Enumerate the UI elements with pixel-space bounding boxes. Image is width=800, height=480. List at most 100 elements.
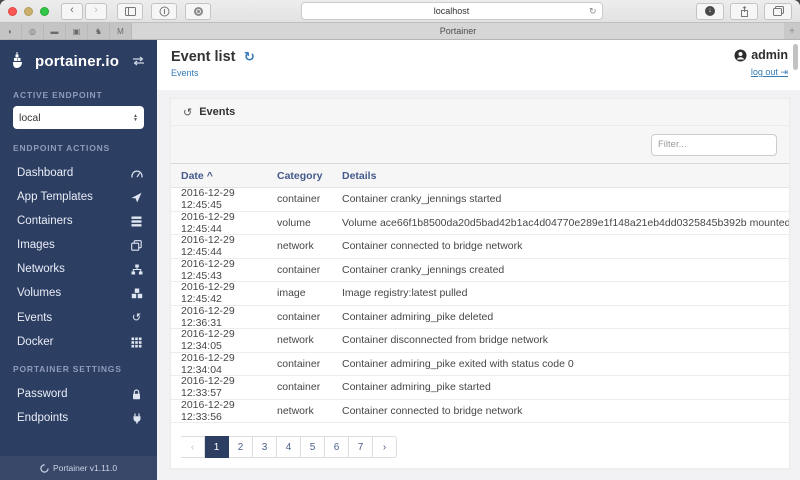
table-row: 2016-12-29 12:33:57 container Container …	[171, 376, 789, 400]
sidebar-item-networks[interactable]: Networks	[0, 257, 157, 281]
refresh-icon[interactable]: ↻	[244, 49, 255, 64]
page-button[interactable]: ›	[373, 436, 397, 458]
username: admin	[751, 48, 788, 62]
content-area: ↺ Events Date^ Category Details 2	[157, 90, 800, 480]
logout-link[interactable]: log out ⇥	[751, 67, 788, 78]
sidebar-item-label: Dashboard	[17, 167, 130, 179]
user-menu[interactable]: admin	[734, 48, 788, 62]
event-details: Container admiring_pike started	[342, 381, 789, 393]
page-button[interactable]: 6	[325, 436, 349, 458]
sidebar-item-images[interactable]: Images	[0, 233, 157, 257]
cubes-icon	[130, 288, 143, 299]
event-details: Container cranky_jennings created	[342, 264, 789, 276]
tab-bar: ◐ ◎ ▬ ▣ ♞ M Portainer +	[0, 23, 800, 40]
event-category: container	[277, 311, 342, 323]
logo-text: portainer.io	[35, 53, 132, 70]
close-window-button[interactable]	[8, 7, 17, 16]
table-row: 2016-12-29 12:45:44 volume Volume ace66f…	[171, 212, 789, 236]
pagination: ‹1234567›	[181, 436, 397, 458]
sidebar-logo[interactable]: portainer.io	[0, 40, 157, 80]
version-text: Portainer v1.11.0	[53, 463, 117, 473]
endpoint-select-value: local	[19, 112, 133, 124]
table-row: 2016-12-29 12:45:42 image Image registry…	[171, 282, 789, 306]
filter-input[interactable]	[651, 134, 777, 156]
user-icon	[734, 49, 747, 62]
sidebar-item-app-templates[interactable]: App Templates	[0, 185, 157, 209]
new-tab-button[interactable]: +	[784, 23, 800, 39]
column-header-date[interactable]: Date^	[171, 170, 277, 182]
minimize-window-button[interactable]	[24, 7, 33, 16]
page-title: Event list	[171, 49, 235, 65]
sidebar-settings-menu: Password Endpoints	[0, 382, 157, 430]
history-icon: ↺	[130, 311, 143, 324]
pinned-tab-favicon[interactable]: ♞	[88, 23, 110, 39]
endpoint-select[interactable]: local ▲▼	[13, 106, 144, 129]
sidebar-item-label: Networks	[17, 263, 130, 275]
dashboard-icon	[130, 168, 143, 179]
page-button[interactable]: 7	[349, 436, 373, 458]
sign-out-icon: ⇥	[780, 67, 788, 77]
sidebar-item-containers[interactable]: Containers	[0, 209, 157, 233]
page-button[interactable]: 1	[205, 436, 229, 458]
event-category: image	[277, 287, 342, 299]
sidebar-item-events[interactable]: Events ↺	[0, 305, 157, 330]
zoom-window-button[interactable]	[40, 7, 49, 16]
forward-button[interactable]: ›	[85, 3, 107, 20]
breadcrumb[interactable]: Events	[171, 68, 255, 78]
portainer-settings-label: PORTAINER SETTINGS	[0, 354, 157, 378]
column-header-details[interactable]: Details	[342, 170, 789, 182]
table-row: 2016-12-29 12:45:44 network Container co…	[171, 235, 789, 259]
event-date: 2016-12-29 12:45:43	[171, 258, 277, 282]
event-date: 2016-12-29 12:45:44	[171, 234, 277, 258]
sidebar-item-docker[interactable]: Docker	[0, 330, 157, 354]
pinned-tab-favicon[interactable]: ▬	[44, 23, 66, 39]
sidebar-item-dashboard[interactable]: Dashboard	[0, 161, 157, 185]
extension-icon[interactable]	[185, 3, 211, 20]
share-button[interactable]	[730, 3, 758, 20]
tab-title: Portainer	[440, 26, 477, 36]
pinned-tab-favicon[interactable]: ▣	[66, 23, 88, 39]
filter-row	[171, 126, 789, 163]
show-tabs-button[interactable]	[764, 3, 792, 20]
sidebar-item-label: Events	[17, 312, 130, 324]
page-button[interactable]: 2	[229, 436, 253, 458]
address-bar[interactable]: localhost ↻	[301, 2, 603, 20]
sidebar-item-volumes[interactable]: Volumes	[0, 281, 157, 305]
server-icon	[130, 216, 143, 227]
column-header-category[interactable]: Category	[277, 170, 342, 182]
sidebar-item-label: Volumes	[17, 287, 130, 299]
downloads-button[interactable]: ↓	[696, 3, 724, 20]
sidebar-item-label: Images	[17, 239, 130, 251]
history-icon: ↺	[183, 106, 192, 119]
portainer-whale-icon	[10, 52, 30, 70]
main-content: Event list ↻ Events admin log out ⇥ ↺	[157, 40, 800, 480]
rocket-icon	[130, 192, 143, 203]
page-button[interactable]: ‹	[181, 436, 205, 458]
sidebar-toggle-icon[interactable]	[117, 3, 143, 20]
event-details: Container disconnected from bridge netwo…	[342, 334, 789, 346]
page-button[interactable]: 3	[253, 436, 277, 458]
reading-list-icon[interactable]	[151, 3, 177, 20]
tab-portainer[interactable]: Portainer	[132, 23, 784, 39]
pinned-tab-favicon[interactable]: ◎	[22, 23, 44, 39]
sidebar-item-label: Docker	[17, 336, 130, 348]
page-button[interactable]: 4	[277, 436, 301, 458]
event-date: 2016-12-29 12:34:05	[171, 328, 277, 352]
event-details: Container connected to bridge network	[342, 405, 789, 417]
sidebar-item-endpoints[interactable]: Endpoints	[0, 406, 157, 430]
reload-icon[interactable]: ↻	[589, 6, 597, 17]
sidebar-item-password[interactable]: Password	[0, 382, 157, 406]
pinned-tab-favicon[interactable]: ◐	[0, 23, 22, 39]
pinned-tab-favicon[interactable]: M	[110, 23, 132, 39]
scrollbar-thumb[interactable]	[793, 44, 798, 70]
event-category: container	[277, 193, 342, 205]
event-category: network	[277, 240, 342, 252]
endpoint-switch-icon[interactable]	[132, 56, 145, 66]
back-button[interactable]: ‹	[61, 3, 83, 20]
table-body: 2016-12-29 12:45:45 container Container …	[171, 188, 789, 423]
table-row: 2016-12-29 12:36:31 container Container …	[171, 306, 789, 330]
event-category: container	[277, 264, 342, 276]
event-category: network	[277, 334, 342, 346]
event-date: 2016-12-29 12:45:42	[171, 281, 277, 305]
page-button[interactable]: 5	[301, 436, 325, 458]
